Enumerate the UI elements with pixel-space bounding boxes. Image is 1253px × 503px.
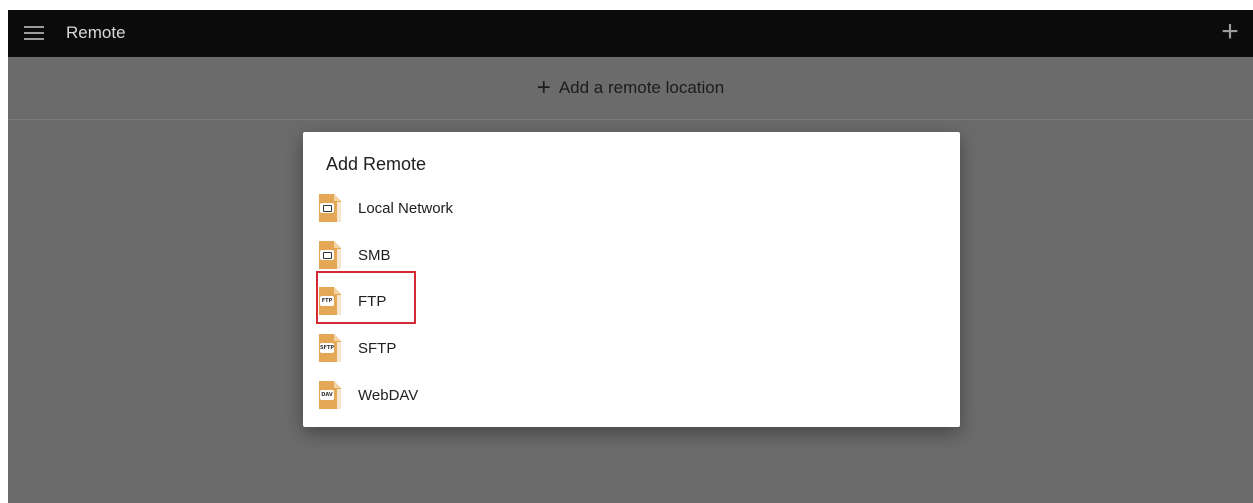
add-remote-location-button[interactable]: + Add a remote location xyxy=(8,57,1253,120)
option-ftp[interactable]: FTP FTP xyxy=(317,280,487,322)
monitor-icon xyxy=(320,250,334,260)
sftp-badge: SFTP xyxy=(319,343,335,353)
local-network-icon xyxy=(317,193,343,223)
app-bar: Remote + xyxy=(8,10,1253,57)
option-label: FTP xyxy=(358,292,387,310)
dav-badge: DAV xyxy=(320,390,334,400)
option-label: SMB xyxy=(358,246,391,264)
plus-icon: + xyxy=(536,74,551,101)
option-sftp[interactable]: SFTP SFTP xyxy=(317,327,487,369)
option-label: WebDAV xyxy=(358,386,419,404)
monitor-icon xyxy=(320,203,334,213)
app-screen: Remote + + Add a remote location Add Rem… xyxy=(8,10,1253,503)
add-remote-location-label: Add a remote location xyxy=(558,78,725,97)
option-local-network[interactable]: Local Network xyxy=(317,187,487,229)
plus-icon[interactable]: + xyxy=(1215,17,1245,48)
add-remote-dialog: Add Remote Local Network SMB FTP FTP SFT… xyxy=(303,132,960,427)
option-label: Local Network xyxy=(358,199,454,217)
ftp-icon: FTP xyxy=(317,286,343,316)
dialog-title: Add Remote xyxy=(326,154,427,174)
ftp-badge: FTP xyxy=(320,296,334,306)
app-title: Remote xyxy=(66,23,126,42)
webdav-icon: DAV xyxy=(317,380,343,410)
smb-icon xyxy=(317,240,343,270)
option-smb[interactable]: SMB xyxy=(317,234,487,276)
option-webdav[interactable]: DAV WebDAV xyxy=(317,374,487,416)
hamburger-menu-icon[interactable] xyxy=(24,22,44,44)
sftp-icon: SFTP xyxy=(317,333,343,363)
option-label: SFTP xyxy=(358,339,397,357)
